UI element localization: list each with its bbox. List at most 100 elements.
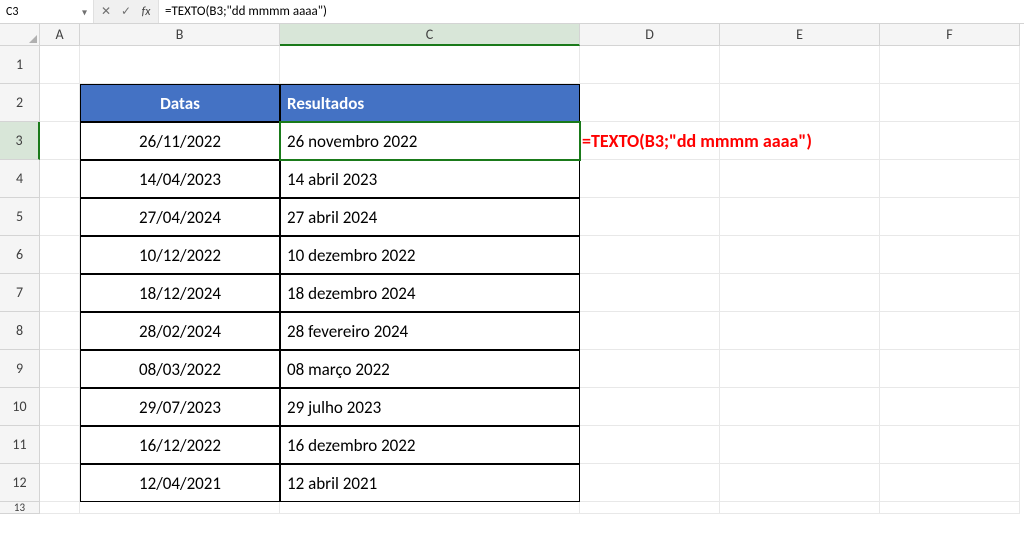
cell-b10[interactable]: 29/07/2023 bbox=[80, 388, 280, 426]
cell-d11[interactable] bbox=[580, 426, 720, 464]
cell-c11[interactable]: 16 dezembro 2022 bbox=[280, 426, 580, 464]
cell-e13[interactable] bbox=[720, 502, 880, 514]
cell-c6[interactable]: 10 dezembro 2022 bbox=[280, 236, 580, 274]
row-header-3[interactable]: 3 bbox=[0, 122, 40, 160]
cell-c4[interactable]: 14 abril 2023 bbox=[280, 160, 580, 198]
cell-d6[interactable] bbox=[580, 236, 720, 274]
cell-a11[interactable] bbox=[40, 426, 80, 464]
row-header-13[interactable]: 13 bbox=[0, 502, 40, 514]
cell-b8[interactable]: 28/02/2024 bbox=[80, 312, 280, 350]
col-header-f[interactable]: F bbox=[880, 24, 1020, 46]
cancel-formula-button[interactable]: ✕ bbox=[96, 0, 116, 23]
cell-d5[interactable] bbox=[580, 198, 720, 236]
cell-d7[interactable] bbox=[580, 274, 720, 312]
cell-c9[interactable]: 08 março 2022 bbox=[280, 350, 580, 388]
cell-a9[interactable] bbox=[40, 350, 80, 388]
cell-b11[interactable]: 16/12/2022 bbox=[80, 426, 280, 464]
cell-e5[interactable] bbox=[720, 198, 880, 236]
cell-a4[interactable] bbox=[40, 160, 80, 198]
cell-e4[interactable] bbox=[720, 160, 880, 198]
cell-f13[interactable] bbox=[880, 502, 1020, 514]
cell-d1[interactable] bbox=[580, 46, 720, 84]
row-header-5[interactable]: 5 bbox=[0, 198, 40, 236]
col-header-e[interactable]: E bbox=[720, 24, 880, 46]
table-header-datas[interactable]: Datas bbox=[80, 84, 280, 122]
cell-f2[interactable] bbox=[880, 84, 1020, 122]
cell-b1[interactable] bbox=[80, 46, 280, 84]
cell-b4[interactable]: 14/04/2023 bbox=[80, 160, 280, 198]
row-header-12[interactable]: 12 bbox=[0, 464, 40, 502]
cell-f1[interactable] bbox=[880, 46, 1020, 84]
cell-f9[interactable] bbox=[880, 350, 1020, 388]
cell-f10[interactable] bbox=[880, 388, 1020, 426]
cell-c10[interactable]: 29 julho 2023 bbox=[280, 388, 580, 426]
cell-f12[interactable] bbox=[880, 464, 1020, 502]
cell-c13[interactable] bbox=[280, 502, 580, 514]
row-header-6[interactable]: 6 bbox=[0, 236, 40, 274]
row-header-4[interactable]: 4 bbox=[0, 160, 40, 198]
cell-e7[interactable] bbox=[720, 274, 880, 312]
cell-c12[interactable]: 12 abril 2021 bbox=[280, 464, 580, 502]
cell-d13[interactable] bbox=[580, 502, 720, 514]
cell-f8[interactable] bbox=[880, 312, 1020, 350]
cell-b6[interactable]: 10/12/2022 bbox=[80, 236, 280, 274]
row-header-9[interactable]: 9 bbox=[0, 350, 40, 388]
row-header-1[interactable]: 1 bbox=[0, 46, 40, 84]
row-header-7[interactable]: 7 bbox=[0, 274, 40, 312]
cell-a6[interactable] bbox=[40, 236, 80, 274]
cell-b5[interactable]: 27/04/2024 bbox=[80, 198, 280, 236]
cell-c3[interactable]: 26 novembro 2022 bbox=[280, 122, 580, 160]
col-header-d[interactable]: D bbox=[580, 24, 720, 46]
cell-f5[interactable] bbox=[880, 198, 1020, 236]
cell-d12[interactable] bbox=[580, 464, 720, 502]
cell-d8[interactable] bbox=[580, 312, 720, 350]
row-header-8[interactable]: 8 bbox=[0, 312, 40, 350]
row-header-10[interactable]: 10 bbox=[0, 388, 40, 426]
cell-e10[interactable] bbox=[720, 388, 880, 426]
cell-e8[interactable] bbox=[720, 312, 880, 350]
select-all-corner[interactable] bbox=[0, 24, 40, 46]
row-header-11[interactable]: 11 bbox=[0, 426, 40, 464]
cell-c7[interactable]: 18 dezembro 2024 bbox=[280, 274, 580, 312]
col-header-b[interactable]: B bbox=[80, 24, 280, 46]
cell-f7[interactable] bbox=[880, 274, 1020, 312]
cell-a5[interactable] bbox=[40, 198, 80, 236]
cell-b7[interactable]: 18/12/2024 bbox=[80, 274, 280, 312]
cell-c5[interactable]: 27 abril 2024 bbox=[280, 198, 580, 236]
cell-c8[interactable]: 28 fevereiro 2024 bbox=[280, 312, 580, 350]
cell-e9[interactable] bbox=[720, 350, 880, 388]
cell-f4[interactable] bbox=[880, 160, 1020, 198]
cell-b13[interactable] bbox=[80, 502, 280, 514]
insert-function-button[interactable]: fx bbox=[136, 0, 156, 23]
cell-e1[interactable] bbox=[720, 46, 880, 84]
row-header-2[interactable]: 2 bbox=[0, 84, 40, 122]
cell-b12[interactable]: 12/04/2021 bbox=[80, 464, 280, 502]
cell-d10[interactable] bbox=[580, 388, 720, 426]
cell-a13[interactable] bbox=[40, 502, 80, 514]
cell-e3[interactable] bbox=[720, 122, 880, 160]
table-header-resultados[interactable]: Resultados bbox=[280, 84, 580, 122]
chevron-down-icon[interactable]: ▾ bbox=[82, 5, 87, 18]
col-header-c[interactable]: C bbox=[280, 24, 580, 46]
cell-d3[interactable]: =TEXTO(B3;"dd mmmm aaaa") bbox=[580, 122, 720, 160]
cell-f6[interactable] bbox=[880, 236, 1020, 274]
cell-a8[interactable] bbox=[40, 312, 80, 350]
confirm-formula-button[interactable]: ✓ bbox=[116, 0, 136, 23]
cell-e6[interactable] bbox=[720, 236, 880, 274]
cell-e2[interactable] bbox=[720, 84, 880, 122]
cell-e12[interactable] bbox=[720, 464, 880, 502]
cell-a3[interactable] bbox=[40, 122, 80, 160]
cell-f11[interactable] bbox=[880, 426, 1020, 464]
col-header-a[interactable]: A bbox=[40, 24, 80, 46]
cell-f3[interactable] bbox=[880, 122, 1020, 160]
cell-e11[interactable] bbox=[720, 426, 880, 464]
cell-a1[interactable] bbox=[40, 46, 80, 84]
cell-a7[interactable] bbox=[40, 274, 80, 312]
name-box[interactable]: C3 ▾ bbox=[0, 0, 94, 23]
cell-a2[interactable] bbox=[40, 84, 80, 122]
formula-input[interactable]: =TEXTO(B3;"dd mmmm aaaa") bbox=[159, 0, 1024, 23]
cell-b3[interactable]: 26/11/2022 bbox=[80, 122, 280, 160]
cell-d4[interactable] bbox=[580, 160, 720, 198]
cell-a10[interactable] bbox=[40, 388, 80, 426]
cell-c1[interactable] bbox=[280, 46, 580, 84]
